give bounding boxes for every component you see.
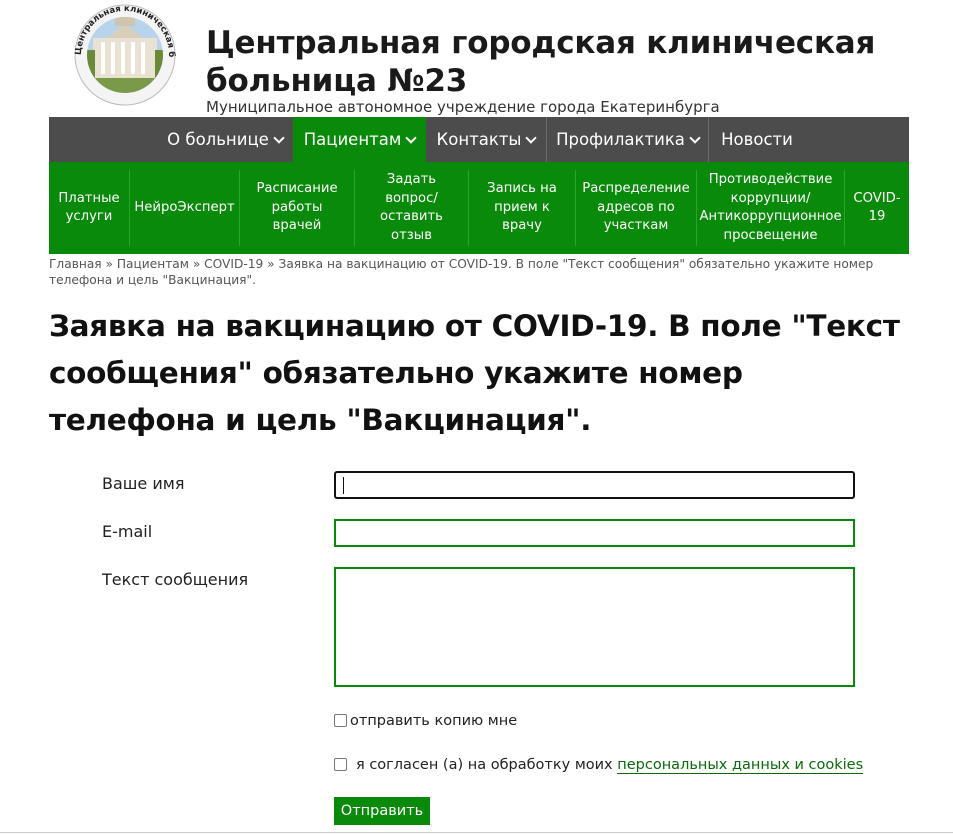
- consent-checkbox[interactable]: [334, 758, 347, 771]
- main-nav: О больнице Пациентам Контакты Профилакти…: [49, 117, 909, 162]
- name-label: Ваше имя: [102, 474, 185, 493]
- nav-item-patients[interactable]: Пациентам: [293, 117, 426, 162]
- message-textarea[interactable]: [334, 567, 855, 687]
- breadcrumb-home[interactable]: Главная: [49, 257, 102, 271]
- subnav-item-doctor-schedule[interactable]: Расписание работы врачей: [240, 162, 354, 254]
- hospital-building-seal-icon: Центральная клиническая больница №23: [67, 2, 177, 106]
- site-subtitle: Муниципальное автономное учреждение горо…: [206, 98, 720, 116]
- nav-item-about[interactable]: О больнице: [157, 117, 293, 162]
- sub-nav: Платные услуги НейроЭксперт Расписание р…: [49, 162, 909, 254]
- breadcrumb: Главная » Пациентам » COVID-19 » Заявка …: [49, 256, 909, 288]
- nav-item-news[interactable]: Новости: [709, 117, 805, 162]
- nav-item-contacts[interactable]: Контакты: [426, 117, 546, 162]
- consent-label: я согласен (а) на обработку моих персона…: [356, 757, 864, 774]
- page-bottom-divider: [0, 832, 953, 833]
- breadcrumb-covid19[interactable]: COVID-19: [204, 257, 263, 271]
- chevron-down-icon: [525, 132, 538, 144]
- email-input[interactable]: [334, 519, 855, 547]
- text-caret: [343, 477, 344, 494]
- breadcrumb-separator: »: [105, 257, 113, 271]
- send-copy-checkbox[interactable]: [334, 714, 347, 727]
- hospital-logo[interactable]: Центральная клиническая больница №23: [67, 2, 183, 108]
- subnav-item-neuroexpert[interactable]: НейроЭксперт: [130, 162, 239, 254]
- send-copy-label: отправить копию мне: [350, 713, 518, 729]
- subnav-item-address-distribution[interactable]: Распределение адресов по участкам: [576, 162, 696, 254]
- subnav-item-paid-services[interactable]: Платные услуги: [49, 162, 129, 254]
- breadcrumb-patients[interactable]: Пациентам: [117, 257, 189, 271]
- message-label: Текст сообщения: [102, 570, 249, 589]
- site-title: Центральная городская клиническая больни…: [206, 25, 876, 99]
- email-label: E-mail: [102, 522, 153, 541]
- breadcrumb-separator: »: [267, 257, 275, 271]
- subnav-item-ask-question[interactable]: Задать вопрос/ оставить отзыв: [355, 162, 468, 254]
- page-title: Заявка на вакцинацию от COVID-19. В поле…: [49, 309, 900, 437]
- breadcrumb-separator: »: [192, 257, 201, 271]
- chevron-down-icon: [405, 132, 417, 144]
- subnav-item-covid19[interactable]: COVID-19: [845, 162, 909, 254]
- chevron-down-icon: [689, 132, 701, 144]
- site-header: Центральная клиническая больница №23 Цен…: [49, 0, 909, 117]
- subnav-item-anticorruption[interactable]: Противодействие коррупции/ Антикоррупцио…: [697, 162, 844, 254]
- subnav-item-appointment[interactable]: Запись на прием к врачу: [469, 162, 575, 254]
- submit-button[interactable]: Отправить: [334, 797, 430, 825]
- nav-item-prevention[interactable]: Профилактика: [547, 117, 708, 162]
- personal-data-link[interactable]: персональных данных и cookies: [617, 757, 864, 774]
- chevron-down-icon: [273, 132, 285, 144]
- name-input[interactable]: [334, 471, 855, 499]
